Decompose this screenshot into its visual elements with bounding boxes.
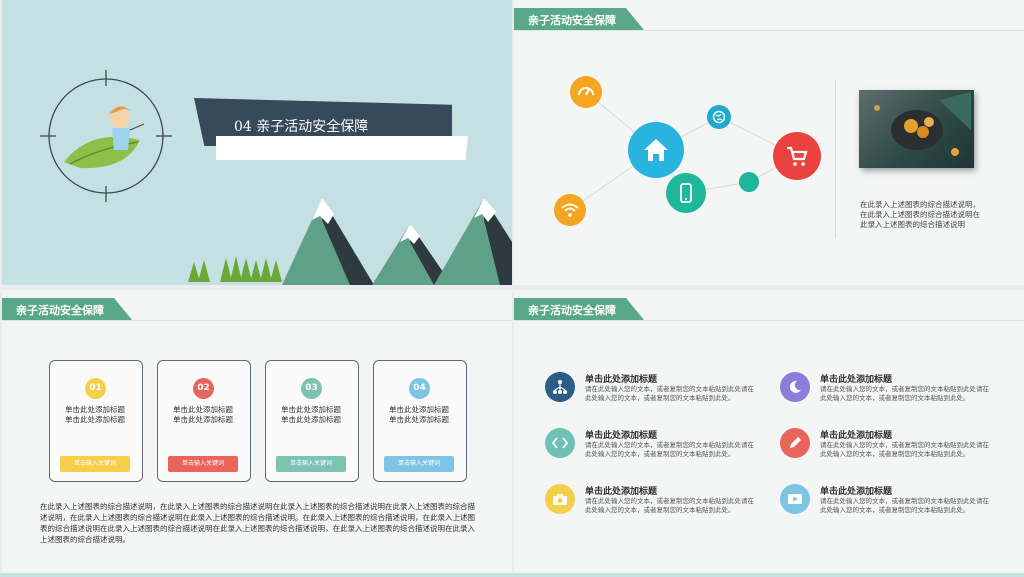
home-icon	[628, 122, 684, 178]
divider-line	[835, 80, 836, 238]
feature-item[interactable]: 单击此处添加标题 请在此处输入您的文本，或者复制您的文本粘贴到此处请在此处输入您…	[545, 428, 775, 474]
card-title: 单击此处添加标题单击此处添加标题	[389, 405, 449, 424]
card-number: 03	[301, 378, 322, 399]
keyword-button[interactable]: 单击输入关键词	[384, 456, 454, 472]
network-icon	[545, 372, 575, 402]
feature-description: 请在此处输入您的文本，或者复制您的文本粘贴到此处请在此处输入您的文本，或者复制您…	[585, 441, 754, 458]
feature-item[interactable]: 单击此处添加标题 请在此处输入您的文本，或者复制您的文本粘贴到此处请在此处输入您…	[545, 484, 775, 530]
slide-header: 亲子活动安全保障	[2, 298, 132, 320]
cart-icon	[773, 132, 821, 180]
food-photo	[859, 90, 974, 168]
header-divider	[514, 320, 1024, 321]
crosshair-illustration	[40, 70, 172, 202]
keyword-button[interactable]: 单击输入关键词	[276, 456, 346, 472]
keyword-button[interactable]: 单击输入关键词	[168, 456, 238, 472]
slide-header: 亲子活动安全保障	[514, 8, 644, 30]
title-slide[interactable]: 04 亲子活动安全保障	[2, 0, 512, 285]
banner-underline	[216, 136, 468, 160]
mountains-illustration	[188, 198, 512, 285]
video-icon	[780, 484, 810, 514]
cards-slide[interactable]: 亲子活动安全保障 01 单击此处添加标题单击此处添加标题 单击输入关键词 02 …	[2, 290, 512, 575]
code-icon	[545, 428, 575, 458]
header-title: 亲子活动安全保障	[528, 304, 616, 317]
card-title: 单击此处添加标题单击此处添加标题	[65, 405, 125, 424]
feature-title: 单击此处添加标题	[820, 375, 893, 385]
feature-title: 单击此处添加标题	[585, 431, 658, 441]
header-divider	[2, 320, 512, 321]
card-number: 02	[193, 378, 214, 399]
globe-icon	[707, 105, 731, 129]
feature-item[interactable]: 单击此处添加标题 请在此处输入您的文本，或者复制您的文本粘贴到此处请在此处输入您…	[780, 428, 1010, 474]
camera-icon	[545, 484, 575, 514]
keyword-button[interactable]: 单击输入关键词	[60, 456, 130, 472]
slide-description: 在此录入上述图表的综合描述说明，在此录入上述图表的综合描述说明在此录入上述图表的…	[40, 502, 475, 544]
wifi-icon	[554, 194, 586, 226]
chart-description: 在此录入上述图表的综合描述说明，在此录入上述图表的综合描述说明在此录入上述图表的…	[860, 200, 980, 229]
dot-node	[739, 172, 759, 192]
network-slide[interactable]: 亲子活动安全保障 在此录入上述图表的综合描述说明，在此录入上述图表的综合描述说明…	[514, 0, 1024, 285]
pencil-icon	[780, 428, 810, 458]
feature-description: 请在此处输入您的文本，或者复制您的文本粘贴到此处请在此处输入您的文本，或者复制您…	[585, 385, 754, 402]
card-title: 单击此处添加标题单击此处添加标题	[281, 405, 341, 424]
bottom-strip	[0, 573, 1024, 577]
card-04[interactable]: 04 单击此处添加标题单击此处添加标题 单击输入关键词	[373, 360, 467, 482]
card-01[interactable]: 01 单击此处添加标题单击此处添加标题 单击输入关键词	[49, 360, 143, 482]
slide-header: 亲子活动安全保障	[514, 298, 644, 320]
feature-title: 单击此处添加标题	[585, 375, 658, 385]
header-divider	[514, 30, 1024, 31]
feature-title: 单击此处添加标题	[585, 487, 658, 497]
card-03[interactable]: 03 单击此处添加标题单击此处添加标题 单击输入关键词	[265, 360, 359, 482]
feature-item[interactable]: 单击此处添加标题 请在此处输入您的文本，或者复制您的文本粘贴到此处请在此处输入您…	[780, 372, 1010, 418]
card-number: 04	[409, 378, 430, 399]
feature-title: 单击此处添加标题	[820, 431, 893, 441]
section-title: 04 亲子活动安全保障	[234, 119, 369, 135]
night-icon	[780, 372, 810, 402]
header-title: 亲子活动安全保障	[528, 14, 616, 27]
speedometer-icon	[570, 76, 602, 108]
card-title: 单击此处添加标题单击此处添加标题	[173, 405, 233, 424]
feature-description: 请在此处输入您的文本，或者复制您的文本粘贴到此处请在此处输入您的文本，或者复制您…	[820, 441, 989, 458]
features-slide[interactable]: 亲子活动安全保障 单击此处添加标题 请在此处输入您的文本，或者复制您的文本粘贴到…	[514, 290, 1024, 575]
feature-item[interactable]: 单击此处添加标题 请在此处输入您的文本，或者复制您的文本粘贴到此处请在此处输入您…	[780, 484, 1010, 530]
feature-title: 单击此处添加标题	[820, 487, 893, 497]
card-number: 01	[85, 378, 106, 399]
feature-description: 请在此处输入您的文本，或者复制您的文本粘贴到此处请在此处输入您的文本，或者复制您…	[820, 497, 989, 514]
feature-description: 请在此处输入您的文本，或者复制您的文本粘贴到此处请在此处输入您的文本，或者复制您…	[585, 497, 754, 514]
feature-description: 请在此处输入您的文本，或者复制您的文本粘贴到此处请在此处输入您的文本，或者复制您…	[820, 385, 989, 402]
card-02[interactable]: 02 单击此处添加标题单击此处添加标题 单击输入关键词	[157, 360, 251, 482]
icon-network	[544, 65, 844, 235]
header-title: 亲子活动安全保障	[16, 304, 104, 317]
phone-icon	[666, 173, 706, 213]
feature-item[interactable]: 单击此处添加标题 请在此处输入您的文本，或者复制您的文本粘贴到此处请在此处输入您…	[545, 372, 775, 418]
